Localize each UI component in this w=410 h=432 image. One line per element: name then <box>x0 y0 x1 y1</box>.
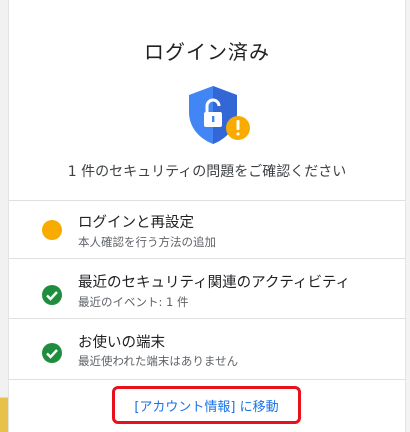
list-item-subtitle: 本人確認を行う方法の追加 <box>78 235 216 249</box>
list-item-subtitle: 最近使われた端末はありません <box>78 354 239 368</box>
dialog-title: ログイン済み <box>144 40 270 64</box>
check-circle-icon <box>42 285 62 305</box>
unlocked-shield-warning-icon <box>185 84 255 148</box>
list-item-signin-recovery[interactable]: ログインと再設定 本人確認を行う方法の追加 <box>9 201 405 258</box>
list-item-subtitle: 最近のイベント: 1 件 <box>78 295 189 309</box>
list-item-title: ログインと再設定 <box>78 215 194 231</box>
issue-summary: 1 件のセキュリティの問題をご確認ください <box>67 164 347 180</box>
check-circle-icon <box>42 343 62 363</box>
list-item-title: 最近のセキュリティ関連のアクティビティ <box>78 275 351 291</box>
list-item-devices[interactable]: お使いの端末 最近使われた端末はありません <box>9 319 405 376</box>
list-item-title: お使いの端末 <box>78 335 165 351</box>
go-to-account-highlight[interactable]: [アカウント情報] に移動 <box>112 386 301 424</box>
background-window-edge <box>0 0 8 432</box>
warning-dot-icon <box>42 220 62 240</box>
list-item-recent-activity[interactable]: 最近のセキュリティ関連のアクティビティ 最近のイベント: 1 件 <box>9 259 405 316</box>
go-to-account-link[interactable]: [アカウント情報] に移動 <box>134 396 278 415</box>
security-checkup-dialog: ログイン済み 1 件のセキュリティの問題をご確認ください ログインと再設定 本人… <box>8 0 406 432</box>
divider <box>9 379 405 380</box>
